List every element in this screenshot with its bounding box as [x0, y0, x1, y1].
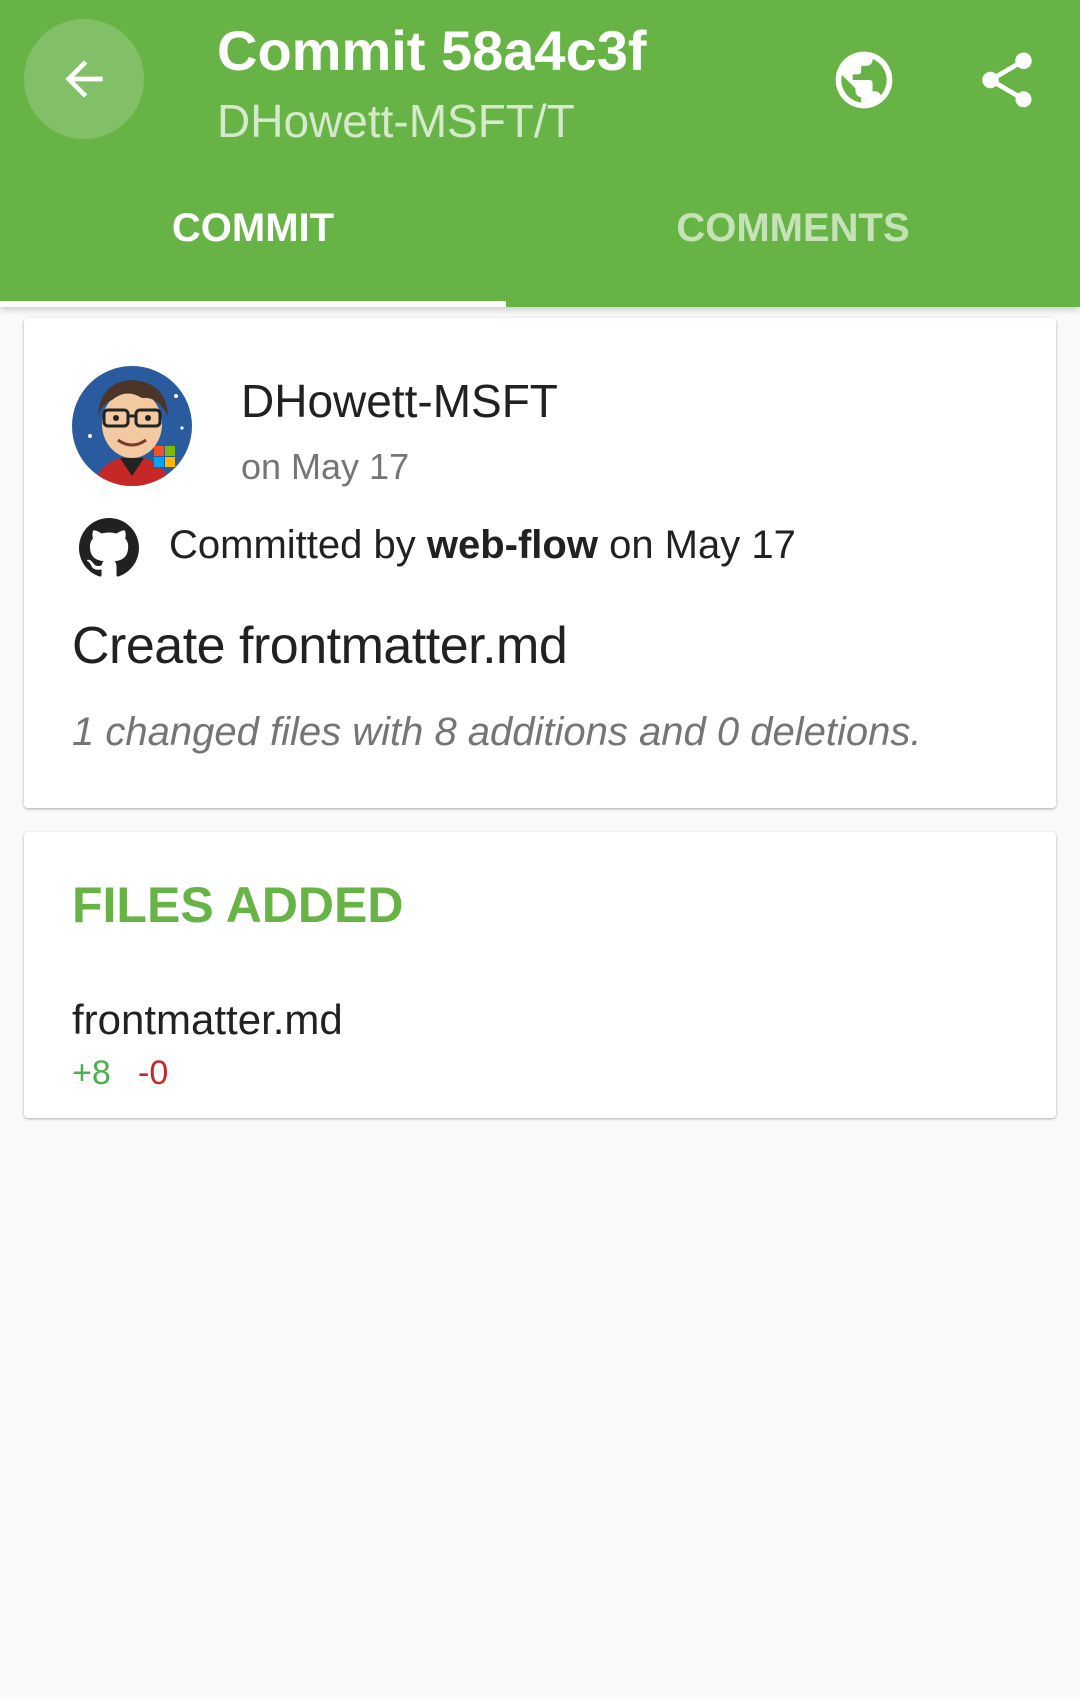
committed-date: on May 17	[597, 523, 796, 567]
committed-by-line: Committed by web-flow on May 17	[169, 523, 796, 568]
commit-stats: 1 changed files with 8 additions and 0 d…	[72, 710, 922, 754]
share-button[interactable]	[972, 45, 1042, 115]
app-bar: Commit 58a4c3f DHowett-MSFT/T COMMIT COM…	[0, 0, 1080, 307]
author-name[interactable]: DHowett-MSFT	[241, 374, 558, 428]
tab-comments[interactable]: COMMENTS	[540, 206, 1046, 266]
committer-name[interactable]: web-flow	[427, 523, 598, 567]
committed-prefix: Committed by	[169, 523, 427, 567]
file-additions: +8	[72, 1054, 111, 1092]
avatar-image	[72, 366, 192, 486]
author-date: on May 17	[241, 446, 410, 487]
repo-subtitle: DHowett-MSFT/T	[217, 95, 575, 147]
github-icon	[79, 518, 139, 578]
tab-indicator	[0, 301, 506, 307]
commit-card: DHowett-MSFT on May 17 Committed by web-…	[24, 318, 1056, 808]
files-added-heading: FILES ADDED	[72, 877, 404, 933]
open-in-browser-button[interactable]	[829, 45, 899, 115]
file-name[interactable]: frontmatter.md	[72, 996, 343, 1044]
file-deletions: -0	[138, 1054, 169, 1092]
avatar[interactable]	[72, 366, 192, 486]
share-icon	[982, 52, 1032, 108]
globe-icon	[835, 51, 893, 109]
page-title: Commit 58a4c3f	[217, 19, 647, 82]
arrow-left-icon	[65, 60, 103, 98]
back-button[interactable]	[24, 19, 144, 139]
tab-commit[interactable]: COMMIT	[0, 206, 506, 266]
commit-message: Create frontmatter.md	[72, 617, 568, 675]
files-card: FILES ADDED frontmatter.md +8 -0	[24, 832, 1056, 1118]
